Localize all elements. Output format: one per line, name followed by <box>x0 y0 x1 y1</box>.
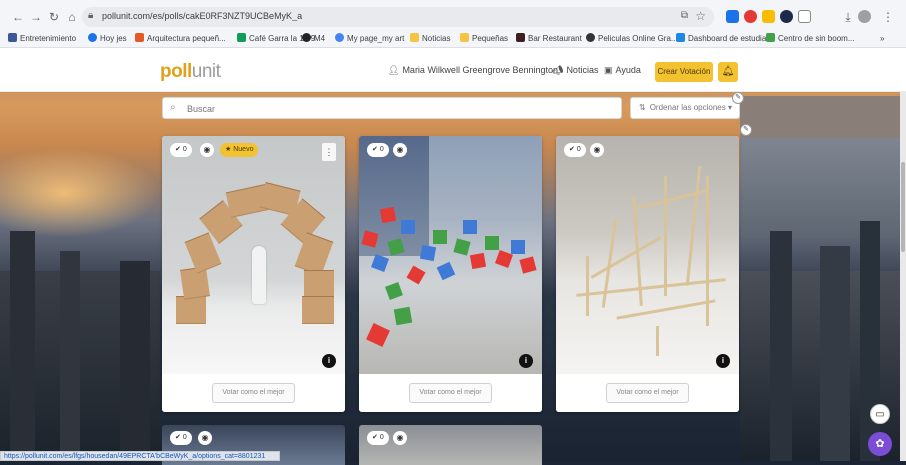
eye-icon[interactable]: ◉ <box>590 143 604 157</box>
option-image[interactable]: ✔ 0 ◉ ★ Nuevo ⋮ i <box>162 136 345 374</box>
bookmark-item[interactable]: Centro de sin boom... <box>766 32 854 46</box>
extension-icon[interactable] <box>780 10 793 23</box>
url-text: pollunit.com/es/polls/cakE0RF3NZT9UCBeMy… <box>102 11 303 21</box>
human-figure <box>252 246 266 304</box>
card-footer: Votar como el mejor <box>556 374 739 412</box>
help-icon: ▣ <box>604 65 613 75</box>
bookmark-item[interactable]: Dashboard de estudia... <box>676 32 773 46</box>
search-input[interactable] <box>185 101 605 116</box>
sort-dropdown[interactable]: ⇅ Ordenar las opciones ▾ <box>630 97 740 119</box>
search-row: ⌕ ⇅Ordenar las opciones ▾ <box>162 97 740 119</box>
info-icon[interactable]: i <box>322 354 336 368</box>
bookmark-item[interactable]: Hoy jes <box>88 32 127 46</box>
bookmark-item[interactable]: Pequeñas <box>460 32 508 46</box>
search-box[interactable]: ⌕ <box>162 97 622 119</box>
megaphone-icon: 📣︎ <box>552 65 564 75</box>
info-icon[interactable]: i <box>519 354 533 368</box>
vote-best-button[interactable]: Votar como el mejor <box>212 383 295 403</box>
create-poll-button[interactable]: Crear Votación <box>655 62 713 82</box>
extension-icon[interactable] <box>744 10 757 23</box>
bell-icon[interactable]: 🔔︎ <box>718 62 738 82</box>
vote-best-button[interactable]: Votar como el mejor <box>409 383 492 403</box>
star-icon[interactable]: ☆ <box>695 9 706 23</box>
reload-icon[interactable]: ↻ <box>46 9 62 25</box>
extension-icon[interactable] <box>726 10 739 23</box>
vote-count-pill: ✔ 0 <box>170 143 192 157</box>
app-header: pollunit 👤︎ Maria Wilkwell Greengrove Ben… <box>0 48 906 92</box>
edit-pencil-icon[interactable]: ✎ <box>740 124 752 136</box>
option-image[interactable]: ✔ 0 ◉ i <box>359 136 542 374</box>
bookmark-item[interactable]: Arquitectura pequeñ... <box>135 32 226 46</box>
tower <box>120 261 150 461</box>
vote-count-pill: ✔ 0 <box>367 143 389 157</box>
eye-icon[interactable]: ◉ <box>200 143 214 157</box>
scrollbar-thumb[interactable] <box>901 162 905 252</box>
eye-icon[interactable]: ◉ <box>393 143 407 157</box>
tower <box>860 221 880 461</box>
tower <box>820 246 850 461</box>
assistant-icon[interactable]: ✿ <box>868 432 892 456</box>
card-menu-icon[interactable]: ⋮ <box>322 143 336 161</box>
eye-icon[interactable]: ◉ <box>393 431 407 445</box>
home-icon[interactable]: ⌂ <box>64 9 80 25</box>
vote-count-pill: ✔ 0 <box>170 431 192 445</box>
tower <box>60 251 80 461</box>
new-badge: ★ Nuevo <box>220 143 259 157</box>
bookmark-item[interactable]: M4 <box>302 32 325 46</box>
tower <box>770 231 792 461</box>
info-icon[interactable]: i <box>716 354 730 368</box>
help-link[interactable]: ▣ Ayuda <box>604 65 641 76</box>
news-link[interactable]: 📣︎ Noticias <box>552 65 598 76</box>
option-card[interactable]: ✔ 0 ◉ ★ Nuevo ⋮ i Votar como el mejor <box>162 136 345 412</box>
browser-chrome: ← → ↻ ⌂ 🔒︎ pollunit.com/es/polls/cakE0RF… <box>0 0 906 48</box>
bookmark-item[interactable]: Bar Restaurant <box>516 32 582 46</box>
bookmark-item[interactable]: Noticias <box>410 32 450 46</box>
sunset-glow <box>0 148 160 238</box>
card-footer: Votar como el mejor <box>359 374 542 412</box>
vote-count-pill: ✔ 0 <box>564 143 586 157</box>
option-card[interactable]: ✔ 0 ◉ i Votar como el mejor <box>556 136 739 412</box>
lock-icon: 🔒︎ <box>88 10 94 21</box>
tower <box>10 231 35 461</box>
pollunit-logo[interactable]: pollunit <box>160 61 221 83</box>
bookmark-item[interactable]: Entretenimiento <box>8 32 76 46</box>
search-icon: ⌕ <box>170 102 176 113</box>
puzzle-icon[interactable] <box>798 10 811 23</box>
bookmark-item[interactable]: Peliculas Online Gra... <box>586 32 678 46</box>
edit-pencil-icon[interactable]: ✎ <box>732 92 744 104</box>
address-bar[interactable]: 🔒︎ pollunit.com/es/polls/cakE0RF3NZT9UCB… <box>82 7 714 27</box>
kebab-menu-icon[interactable]: ⋮ <box>880 9 896 25</box>
browser-toolbar: ← → ↻ ⌂ 🔒︎ pollunit.com/es/polls/cakE0RF… <box>0 6 906 28</box>
extension-icon[interactable] <box>762 10 775 23</box>
download-icon[interactable]: ⤓ <box>840 9 856 25</box>
option-image[interactable]: ✔ 0 ◉ i <box>556 136 739 374</box>
back-icon[interactable]: ← <box>10 9 26 25</box>
card-footer: Votar como el mejor <box>162 374 345 412</box>
horizon-right <box>740 138 906 238</box>
bookmarks-bar: Entretenimiento Hoy jes Arquitectura peq… <box>0 32 906 46</box>
bookmarks-overflow-icon[interactable]: » <box>880 32 884 46</box>
page-scrollbar[interactable] <box>900 92 906 461</box>
profile-avatar[interactable] <box>858 10 871 23</box>
eye-icon[interactable]: ◉ <box>198 431 212 445</box>
sort-icon: ⇅ <box>639 103 646 112</box>
link-status-bar: https://pollunit.com/es/lfgs/housedan/49… <box>0 451 280 461</box>
option-card[interactable]: ✔ 0 ◉ i Votar como el mejor <box>359 136 542 412</box>
forward-icon[interactable]: → <box>28 9 44 25</box>
vote-count-pill: ✔ 0 <box>367 431 389 445</box>
vote-best-button[interactable]: Votar como el mejor <box>606 383 689 403</box>
user-menu[interactable]: 👤︎ Maria Wilkwell Greengrove Bennington <box>388 65 558 76</box>
bookmark-item[interactable]: My page_my art <box>335 32 404 46</box>
chat-icon[interactable]: ▭ <box>870 404 890 424</box>
share-icon[interactable]: ⧉ <box>681 10 688 21</box>
user-icon: 👤︎ <box>388 65 400 75</box>
option-card[interactable]: ✔ 0 ◉ <box>359 425 542 465</box>
